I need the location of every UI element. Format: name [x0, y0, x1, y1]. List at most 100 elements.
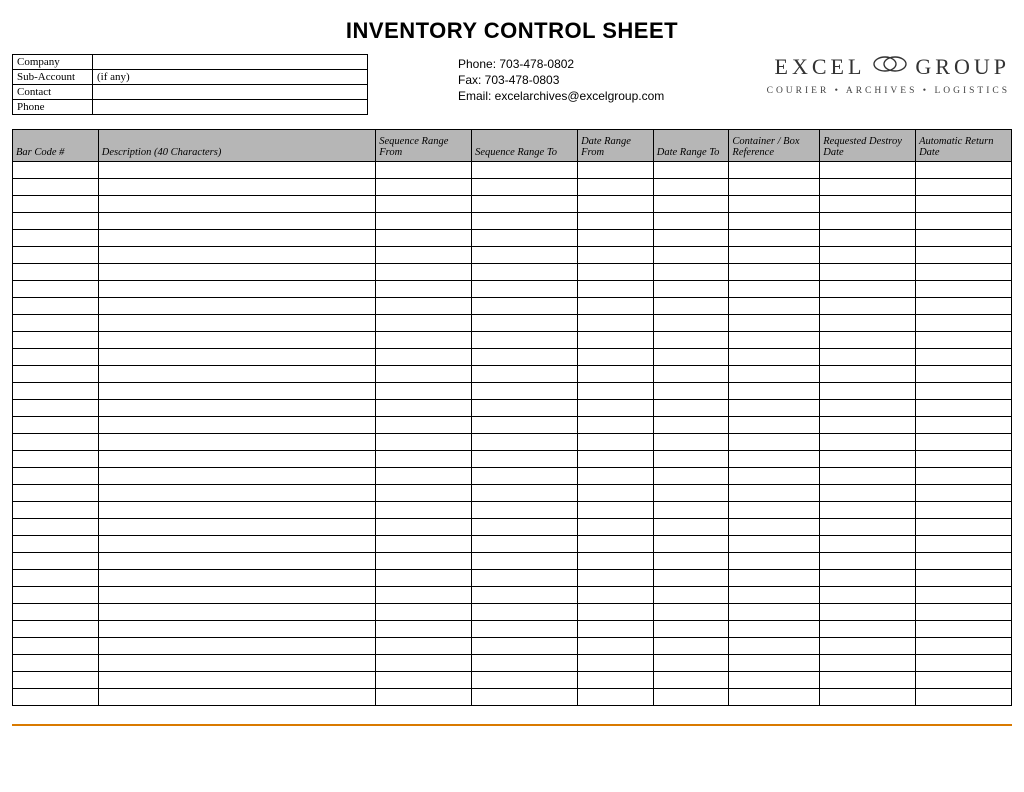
grid-cell[interactable]: [820, 349, 916, 366]
grid-cell[interactable]: [729, 502, 820, 519]
grid-cell[interactable]: [653, 400, 729, 417]
grid-cell[interactable]: [729, 298, 820, 315]
grid-cell[interactable]: [376, 502, 472, 519]
grid-cell[interactable]: [820, 417, 916, 434]
grid-cell[interactable]: [472, 672, 578, 689]
grid-cell[interactable]: [820, 519, 916, 536]
grid-cell[interactable]: [578, 247, 654, 264]
grid-cell[interactable]: [916, 247, 1012, 264]
grid-cell[interactable]: [653, 655, 729, 672]
grid-cell[interactable]: [729, 689, 820, 706]
grid-cell[interactable]: [578, 332, 654, 349]
grid-cell[interactable]: [578, 502, 654, 519]
grid-cell[interactable]: [653, 553, 729, 570]
grid-cell[interactable]: [13, 587, 99, 604]
grid-cell[interactable]: [472, 417, 578, 434]
grid-cell[interactable]: [376, 451, 472, 468]
grid-cell[interactable]: [729, 213, 820, 230]
grid-cell[interactable]: [820, 689, 916, 706]
grid-cell[interactable]: [729, 400, 820, 417]
grid-cell[interactable]: [729, 672, 820, 689]
grid-cell[interactable]: [472, 689, 578, 706]
grid-cell[interactable]: [578, 213, 654, 230]
grid-cell[interactable]: [729, 230, 820, 247]
grid-cell[interactable]: [376, 383, 472, 400]
grid-cell[interactable]: [376, 655, 472, 672]
grid-cell[interactable]: [916, 315, 1012, 332]
grid-cell[interactable]: [472, 570, 578, 587]
grid-cell[interactable]: [653, 315, 729, 332]
grid-cell[interactable]: [472, 485, 578, 502]
grid-cell[interactable]: [376, 604, 472, 621]
grid-cell[interactable]: [916, 485, 1012, 502]
grid-cell[interactable]: [98, 366, 376, 383]
grid-cell[interactable]: [916, 162, 1012, 179]
grid-cell[interactable]: [916, 536, 1012, 553]
grid-cell[interactable]: [578, 417, 654, 434]
grid-cell[interactable]: [578, 553, 654, 570]
grid-cell[interactable]: [729, 587, 820, 604]
grid-cell[interactable]: [916, 519, 1012, 536]
grid-cell[interactable]: [376, 332, 472, 349]
grid-cell[interactable]: [98, 434, 376, 451]
grid-cell[interactable]: [98, 638, 376, 655]
grid-cell[interactable]: [820, 247, 916, 264]
grid-cell[interactable]: [820, 196, 916, 213]
grid-cell[interactable]: [472, 621, 578, 638]
grid-cell[interactable]: [653, 332, 729, 349]
grid-cell[interactable]: [653, 383, 729, 400]
grid-cell[interactable]: [98, 536, 376, 553]
grid-cell[interactable]: [376, 281, 472, 298]
grid-cell[interactable]: [98, 485, 376, 502]
grid-cell[interactable]: [820, 264, 916, 281]
grid-cell[interactable]: [653, 604, 729, 621]
grid-cell[interactable]: [13, 553, 99, 570]
grid-cell[interactable]: [13, 179, 99, 196]
grid-cell[interactable]: [376, 247, 472, 264]
grid-cell[interactable]: [729, 655, 820, 672]
grid-cell[interactable]: [653, 349, 729, 366]
info-value[interactable]: [93, 100, 368, 115]
grid-cell[interactable]: [472, 451, 578, 468]
grid-cell[interactable]: [653, 468, 729, 485]
grid-cell[interactable]: [578, 434, 654, 451]
grid-cell[interactable]: [472, 281, 578, 298]
grid-cell[interactable]: [13, 434, 99, 451]
grid-cell[interactable]: [820, 451, 916, 468]
grid-cell[interactable]: [578, 468, 654, 485]
grid-cell[interactable]: [916, 621, 1012, 638]
grid-cell[interactable]: [653, 230, 729, 247]
grid-cell[interactable]: [578, 587, 654, 604]
grid-cell[interactable]: [578, 536, 654, 553]
grid-cell[interactable]: [729, 638, 820, 655]
grid-cell[interactable]: [13, 451, 99, 468]
grid-cell[interactable]: [13, 264, 99, 281]
grid-cell[interactable]: [653, 196, 729, 213]
grid-cell[interactable]: [472, 434, 578, 451]
grid-cell[interactable]: [13, 196, 99, 213]
grid-cell[interactable]: [916, 383, 1012, 400]
grid-cell[interactable]: [653, 621, 729, 638]
grid-cell[interactable]: [653, 570, 729, 587]
grid-cell[interactable]: [578, 281, 654, 298]
grid-cell[interactable]: [653, 162, 729, 179]
grid-cell[interactable]: [98, 230, 376, 247]
grid-cell[interactable]: [578, 451, 654, 468]
grid-cell[interactable]: [376, 621, 472, 638]
grid-cell[interactable]: [578, 366, 654, 383]
grid-cell[interactable]: [820, 638, 916, 655]
grid-cell[interactable]: [820, 281, 916, 298]
grid-cell[interactable]: [729, 485, 820, 502]
grid-cell[interactable]: [98, 315, 376, 332]
grid-cell[interactable]: [472, 502, 578, 519]
grid-cell[interactable]: [916, 604, 1012, 621]
grid-cell[interactable]: [472, 655, 578, 672]
grid-cell[interactable]: [916, 417, 1012, 434]
grid-cell[interactable]: [98, 281, 376, 298]
grid-cell[interactable]: [820, 230, 916, 247]
grid-cell[interactable]: [98, 196, 376, 213]
grid-cell[interactable]: [820, 179, 916, 196]
grid-cell[interactable]: [820, 536, 916, 553]
grid-cell[interactable]: [820, 162, 916, 179]
grid-cell[interactable]: [13, 672, 99, 689]
